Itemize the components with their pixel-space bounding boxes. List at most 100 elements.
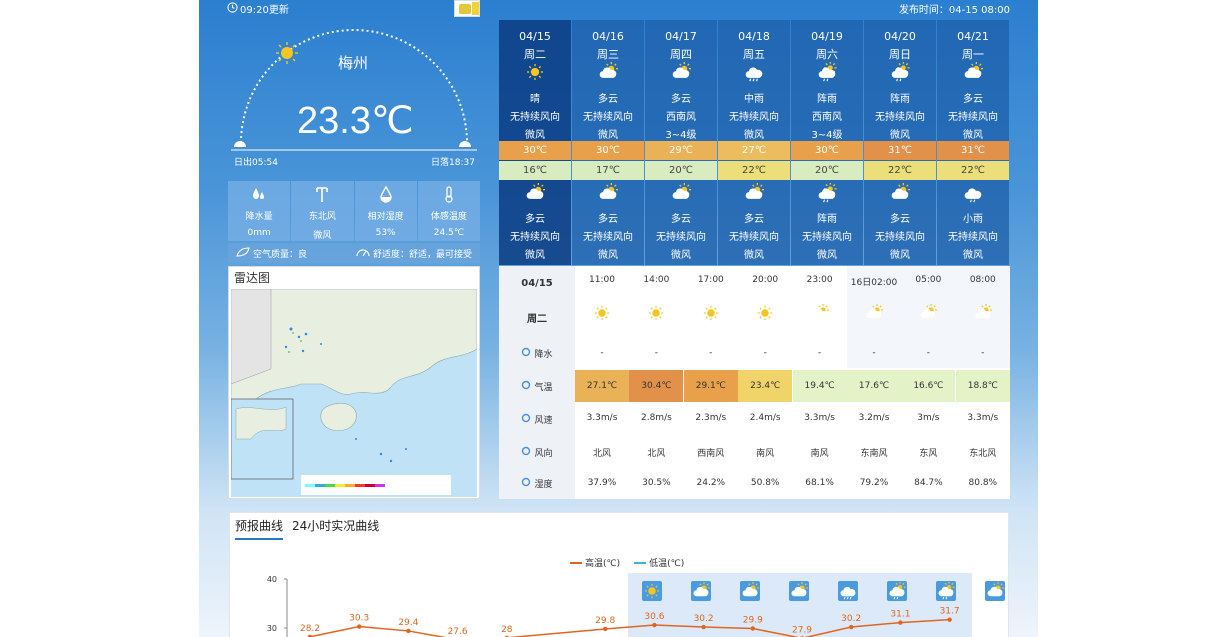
humidity-icon <box>521 477 531 490</box>
day-wind: 无持续风向 <box>510 112 560 123</box>
day-weather: 阵雨 <box>817 94 837 105</box>
night-wind-level: 微风 <box>525 250 545 261</box>
radar-map-image[interactable] <box>231 289 477 497</box>
day-wind-level: 微风 <box>744 130 764 141</box>
forecast-day-6[interactable]: 04/21 周一 多云 无持续风向 微风 31℃ 22℃ 小雨 无持续风向 微风 <box>937 20 1009 265</box>
hour-temp: 16.6℃ <box>901 370 956 402</box>
hour-humidity: 24.2% <box>696 478 726 488</box>
leaf-icon <box>236 247 250 260</box>
forecast-day-4[interactable]: 04/19 周六 阵雨 西南风 3~4级 30℃ 20℃ 阵雨 无持续风向 微风 <box>791 20 863 265</box>
forecast-weekday: 周二 <box>524 48 546 61</box>
wind-vane-icon <box>291 185 353 207</box>
radar-panel[interactable]: 雷达图 <box>228 266 480 499</box>
row-label-temp: 气温 <box>499 370 575 402</box>
forecast-date: 04/17 <box>665 30 697 43</box>
hour-humidity: 68.1% <box>805 478 834 488</box>
high-temp-point <box>701 624 706 630</box>
forecast-day-5[interactable]: 04/20 周日 阵雨 无持续风向 微风 31℃ 22℃ 多云 无持续风向 微风 <box>864 20 936 265</box>
tab-forecast-curve[interactable]: 预报曲线 <box>235 517 284 540</box>
partly-cloudy-icon <box>963 62 983 85</box>
high-temp-point <box>603 626 608 632</box>
night-weather: 多云 <box>598 214 618 225</box>
high-temp-label: 29.9 <box>743 615 763 625</box>
partly-cloudy-icon <box>974 304 992 325</box>
forecast-date: 04/18 <box>738 30 770 43</box>
partly-cloudy-icon <box>865 304 883 325</box>
forecast-date: 04/20 <box>884 30 916 43</box>
high-temp-label: 30.2 <box>841 614 861 624</box>
light-rain-icon <box>963 183 983 206</box>
hour-wind-speed: 2.3m/s <box>695 413 727 423</box>
hour-wind-speed: 2.8m/s <box>640 413 672 423</box>
day-weather: 中雨 <box>744 94 764 105</box>
partly-cloudy-icon <box>525 183 545 206</box>
partly-cloudy-icon <box>598 62 618 85</box>
night-wind-level: 微风 <box>963 250 983 261</box>
hour-temp: 23.4℃ <box>738 370 793 402</box>
air-quality-row: 空气质量：良 舒适度：舒适，最可接受 <box>228 243 480 263</box>
shower-icon <box>936 581 956 601</box>
partly-cloudy-icon <box>744 183 764 206</box>
row-label-wind_dir: 风向 <box>499 436 575 468</box>
y-tick-label: 40 <box>267 575 277 584</box>
weather-page: 09:20更新 发布时间：04-15 08:00 梅州 23.3℃ 日出05:5… <box>199 0 1038 637</box>
partly-cloudy-icon <box>671 183 691 206</box>
forecast-weekday: 周五 <box>743 48 765 61</box>
current-stats: 降水量 0mm 东北风 微风 相对湿度 53% 体感温度 24.5℃ <box>228 181 480 241</box>
high-temp: 27℃ <box>718 141 790 160</box>
hourly-weekday: 周二 <box>527 313 547 325</box>
hour-time: 05:00 <box>915 275 942 285</box>
hour-time: 23:00 <box>806 275 833 285</box>
night-wind-level: 微风 <box>671 250 691 261</box>
night-wind: 无持续风向 <box>656 232 706 243</box>
hour-humidity: 80.8% <box>968 478 998 488</box>
night-wind: 无持续风向 <box>510 232 560 243</box>
high-temp: 31℃ <box>937 141 1009 160</box>
night-weather: 小雨 <box>963 214 983 225</box>
rain-icon <box>838 581 858 601</box>
night-wind: 无持续风向 <box>729 232 779 243</box>
forecast-day-2[interactable]: 04/17 周四 多云 西南风 3~4级 29℃ 20℃ 多云 无持续风向 微风 <box>645 20 717 265</box>
hour-temp: 29.1℃ <box>683 370 738 402</box>
forecast-weekday: 周日 <box>889 48 911 61</box>
high-temp-point <box>898 620 903 625</box>
high-temp-label: 31.7 <box>940 607 960 617</box>
high-temp-point <box>652 622 657 628</box>
current-temperature: 23.3℃ <box>297 100 414 142</box>
night-wind-level: 微风 <box>744 250 764 261</box>
day-wind-level: 3~4级 <box>811 130 843 141</box>
high-temp-label: 30.6 <box>644 612 664 622</box>
night-weather: 多云 <box>890 214 910 225</box>
day-wind: 西南风 <box>666 112 696 123</box>
tab-24h-observed-curve[interactable]: 24小时实况曲线 <box>292 517 379 534</box>
forecast-day-0[interactable]: 04/15 周二晴无持续风向 微风 30℃ 16℃ 多云 无持续风向 微风 <box>499 20 571 265</box>
hour-wind-direction: 东风 <box>919 449 938 459</box>
sun-icon <box>756 304 774 325</box>
high-temp-label: 28 <box>501 625 513 635</box>
hour-humidity: 84.7% <box>914 478 943 488</box>
hour-rain: - <box>654 348 659 358</box>
comfort-gauge-icon <box>356 247 370 260</box>
partly-cloudy-icon <box>789 581 809 601</box>
high-temp-label: 29.4 <box>398 618 418 628</box>
hour-humidity: 79.2% <box>859 478 889 488</box>
high-temp: 30℃ <box>499 141 571 160</box>
stat-wind: 东北风 微风 <box>291 181 354 241</box>
sunset-time: 日落18:37 <box>431 158 475 168</box>
hour-temp: 19.4℃ <box>792 370 847 402</box>
warning-signal-icon[interactable] <box>454 0 480 17</box>
partly-cloudy-icon <box>598 183 618 206</box>
row-label-text: 降水 <box>534 349 553 360</box>
night-weather: 阵雨 <box>817 214 837 225</box>
hour-rain: - <box>709 348 713 358</box>
forecast-day-1[interactable]: 04/16 周三 多云 无持续风向 微风 30℃ 17℃ 多云 无持续风向 微风 <box>572 20 644 265</box>
forecast-day-3[interactable]: 04/18 周五 中雨 无持续风向 微风 27℃ 22℃ 多云 无持续风向 微风 <box>718 20 790 265</box>
thermometer-icon <box>521 380 531 393</box>
temperature-line-chart: 40 30 28.2 30.3 29.4 27.6 28 29.8 30.6 30.2 29.9 27… <box>267 573 1005 637</box>
hour-wind-speed: 3m/s <box>917 413 940 423</box>
hour-wind-direction: 南风 <box>756 449 775 459</box>
forecast-weekday: 周六 <box>816 48 838 61</box>
sun-icon <box>642 581 662 601</box>
high-temp-point <box>849 624 854 630</box>
hour-wind-speed: 3.3m/s <box>586 413 618 423</box>
